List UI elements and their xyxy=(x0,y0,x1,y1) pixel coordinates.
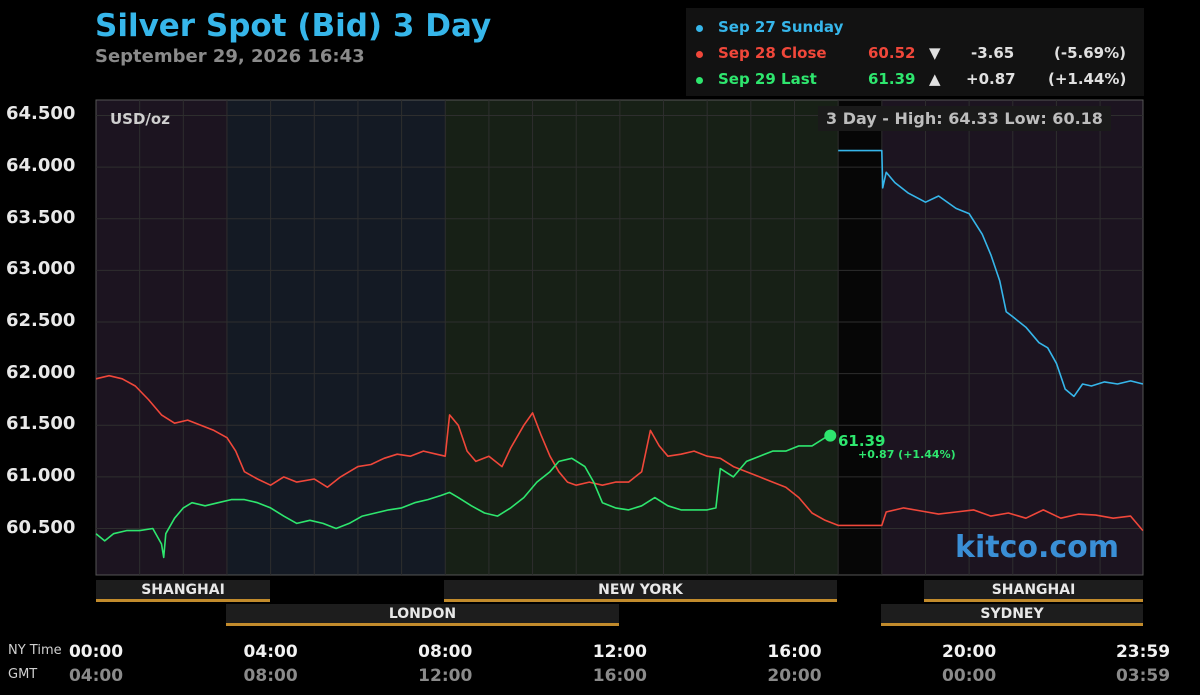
x-tick-gmt: 03:59 xyxy=(1115,666,1171,686)
session-band xyxy=(96,100,227,575)
session-sydney: SYDNEY xyxy=(881,604,1143,626)
x-tick-ny: 12:00 xyxy=(592,642,647,662)
y-tick-label: 62.500 xyxy=(6,310,76,331)
session-shanghai-2: SHANGHAI xyxy=(924,580,1143,602)
y-tick-label: 61.500 xyxy=(6,413,76,435)
y-tick-label: 63.000 xyxy=(6,258,76,280)
gmt-label: GMT xyxy=(8,667,38,682)
x-tick-gmt: 08:00 xyxy=(243,666,298,686)
session-new-york: NEW YORK xyxy=(444,580,837,602)
x-tick-ny: 20:00 xyxy=(942,642,997,662)
x-tick-ny: 08:00 xyxy=(418,642,473,662)
y-tick-label: 64.000 xyxy=(6,155,76,177)
x-tick-ny: 23:59 xyxy=(1115,642,1171,662)
brand-watermark: kitco.com xyxy=(955,530,1120,565)
x-tick-gmt: 04:00 xyxy=(68,666,124,686)
x-tick-gmt: 12:00 xyxy=(418,666,473,686)
session-band xyxy=(838,100,882,575)
session-london: LONDON xyxy=(226,604,619,626)
x-tick-ny: 16:00 xyxy=(767,642,822,662)
session-shanghai: SHANGHAI xyxy=(96,580,270,602)
y-tick-label: 64.500 xyxy=(6,103,76,125)
x-tick-ny: 00:00 xyxy=(68,642,124,662)
x-tick-gmt: 16:00 xyxy=(592,666,647,686)
y-tick-label: 63.500 xyxy=(6,206,76,228)
ny-time-label: NY Time xyxy=(8,643,62,658)
last-change-label: +0.87 (+1.44%) xyxy=(858,448,956,461)
y-tick-label: 60.500 xyxy=(6,516,76,538)
y-tick-label: 61.000 xyxy=(6,464,76,486)
unit-label: USD/oz xyxy=(110,110,170,128)
high-low-box: 3 Day - High: 64.33 Low: 60.18 xyxy=(818,106,1111,131)
y-tick-label: 62.000 xyxy=(6,361,76,383)
x-tick-gmt: 00:00 xyxy=(942,666,997,686)
x-tick-gmt: 20:00 xyxy=(767,666,822,686)
x-tick-ny: 04:00 xyxy=(243,642,298,662)
last-price-marker xyxy=(824,429,837,442)
session-band xyxy=(445,100,839,575)
